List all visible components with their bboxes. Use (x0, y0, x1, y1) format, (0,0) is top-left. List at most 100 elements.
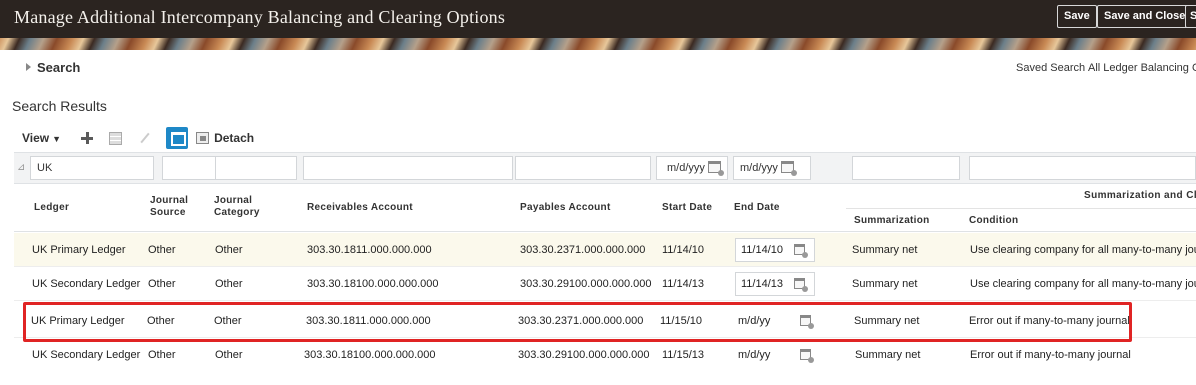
end-date-input[interactable]: 11/14/10 (735, 238, 815, 262)
col-journal-category[interactable]: Journal Category (214, 195, 260, 219)
journal-category-filter-input[interactable] (215, 156, 297, 180)
end-date-input[interactable]: 11/14/13 (735, 272, 815, 296)
condition-filter-input[interactable] (969, 156, 1196, 180)
payables-cell: 303.30.2371.000.000.000 (520, 244, 646, 256)
col-ledger[interactable]: Ledger (34, 202, 69, 214)
receivables-cell: 303.30.18100.000.000.000 (307, 278, 439, 290)
journal-category-cell: Other (215, 349, 243, 361)
receivables-cell: 303.30.1811.000.000.000 (307, 244, 432, 256)
payables-cell: 303.30.29100.000.000.000 (520, 278, 652, 290)
condition-cell: Error out if many-to-many journal (970, 349, 1131, 361)
ledger-filter-input[interactable]: UK (30, 156, 154, 180)
query-by-example-icon[interactable] (166, 127, 189, 149)
pencil-icon[interactable] (136, 130, 152, 146)
summarization-filter-input[interactable] (852, 156, 960, 180)
calendar-icon[interactable] (794, 278, 808, 292)
page-title: Manage Additional Intercompany Balancing… (14, 7, 506, 27)
col-end-date[interactable]: End Date (734, 202, 780, 214)
col-journal-source-line2: Source (150, 207, 186, 218)
add-row-icon[interactable] (79, 130, 95, 146)
end-date-value: m/d/yy (738, 315, 771, 327)
col-receivables-account[interactable]: Receivables Account (307, 202, 413, 214)
end-date-filter-input[interactable]: m/d/yyy (733, 156, 811, 180)
end-date-value: 11/14/10 (741, 244, 784, 256)
col-payables-account[interactable]: Payables Account (520, 202, 611, 214)
ledger-cell: UK Primary Ledger (32, 244, 126, 256)
journal-category-cell: Other (215, 244, 243, 256)
end-date-value: 11/14/13 (741, 278, 784, 290)
ledger-cell: UK Secondary Ledger (32, 278, 141, 290)
ledger-cell: UK Secondary Ledger (32, 349, 141, 361)
receivables-cell: 303.30.18100.000.000.000 (304, 349, 436, 361)
col-summarization[interactable]: Summarization (854, 215, 930, 227)
payables-filter-input[interactable] (515, 156, 651, 180)
summarization-cell: Summary net (854, 315, 920, 327)
table-toolbar: View ▼ Detach (22, 126, 254, 150)
ledger-cell: UK Primary Ledger (31, 315, 125, 327)
filter-row: ⊿ UK m/d/yyy m/d/yyy (14, 152, 1196, 184)
journal-source-cell: Other (147, 315, 175, 327)
page-header: Manage Additional Intercompany Balancing… (0, 0, 1196, 50)
group-divider (846, 208, 1196, 209)
payables-cell: 303.30.2371.000.000.000 (518, 315, 644, 327)
condition-cell: Error out if many-to-many journal (969, 315, 1130, 327)
calendar-icon[interactable] (794, 244, 808, 258)
journal-source-filter-input[interactable] (162, 156, 220, 180)
journal-source-cell: Other (148, 278, 176, 290)
journal-category-cell: Other (214, 315, 242, 327)
start-date-filter-placeholder: m/d/yyy (667, 162, 705, 174)
col-condition[interactable]: Condition (969, 215, 1018, 227)
search-label: Search (37, 60, 81, 75)
overflow-button[interactable]: S (1185, 5, 1196, 28)
calendar-icon[interactable] (800, 315, 814, 329)
calendar-icon[interactable] (800, 349, 814, 363)
save-button[interactable]: Save (1057, 5, 1097, 28)
start-date-cell: 11/14/10 (662, 244, 705, 256)
col-journal-source[interactable]: Journal Source (150, 195, 188, 219)
detach-icon[interactable] (196, 132, 210, 144)
col-journal-category-line2: Category (214, 207, 260, 218)
caret-down-icon: ▼ (52, 134, 62, 144)
end-date-input[interactable]: m/d/yy (738, 338, 818, 372)
calendar-icon[interactable] (780, 161, 797, 176)
start-date-cell: 11/15/10 (660, 315, 703, 327)
table-row[interactable]: UK Primary Ledger Other Other 303.30.181… (14, 304, 1196, 338)
table-row[interactable]: UK Secondary Ledger Other Other 303.30.1… (14, 267, 1196, 301)
condition-cell: Use clearing company for all many-to-man… (970, 278, 1196, 290)
col-journal-category-line1: Journal (214, 195, 253, 206)
start-date-cell: 11/14/13 (662, 278, 705, 290)
view-menu-label: View (22, 131, 50, 145)
end-date-filter-placeholder: m/d/yyy (740, 162, 778, 174)
results-table: ⊿ UK m/d/yyy m/d/yyy Ledger Journal Sourc… (14, 152, 1196, 385)
table-row[interactable]: UK Secondary Ledger Other Other 303.30.1… (14, 338, 1196, 372)
search-disclosure[interactable]: Search (26, 60, 80, 75)
save-and-close-button[interactable]: Save and Close (1097, 5, 1193, 28)
search-results-title: Search Results (12, 98, 107, 114)
table-row[interactable]: UK Primary Ledger Other Other 303.30.181… (14, 233, 1196, 267)
calendar-icon[interactable] (707, 161, 724, 176)
saved-search-label: Saved Search (1016, 62, 1086, 74)
receivables-filter-input[interactable] (303, 156, 513, 180)
receivables-cell: 303.30.1811.000.000.000 (306, 315, 431, 327)
end-date-value: m/d/yy (738, 349, 771, 361)
disclosure-triangle-icon (26, 63, 31, 71)
summarization-cell: Summary net (852, 244, 918, 256)
saved-search-select[interactable]: All Ledger Balancing Op (1088, 62, 1196, 74)
col-journal-source-line1: Journal (150, 195, 189, 206)
journal-source-cell: Other (148, 244, 176, 256)
summarization-cell: Summary net (855, 349, 921, 361)
summarization-cell: Summary net (852, 278, 918, 290)
col-group-summarization: Summarization and Cl (1084, 190, 1196, 201)
col-start-date[interactable]: Start Date (662, 202, 712, 214)
payables-cell: 303.30.29100.000.000.000 (518, 349, 650, 361)
end-date-input[interactable]: m/d/yy (738, 304, 818, 338)
view-menu[interactable]: View ▼ (22, 131, 61, 145)
start-date-filter-input[interactable]: m/d/yyy (656, 156, 728, 180)
filter-row-icon: ⊿ (17, 162, 26, 173)
journal-source-cell: Other (148, 349, 176, 361)
start-date-cell: 11/15/13 (662, 349, 705, 361)
journal-category-cell: Other (215, 278, 243, 290)
detach-button[interactable]: Detach (214, 131, 254, 145)
edit-grid-icon[interactable] (109, 131, 123, 145)
condition-cell: Use clearing company for all many-to-man… (970, 244, 1196, 256)
